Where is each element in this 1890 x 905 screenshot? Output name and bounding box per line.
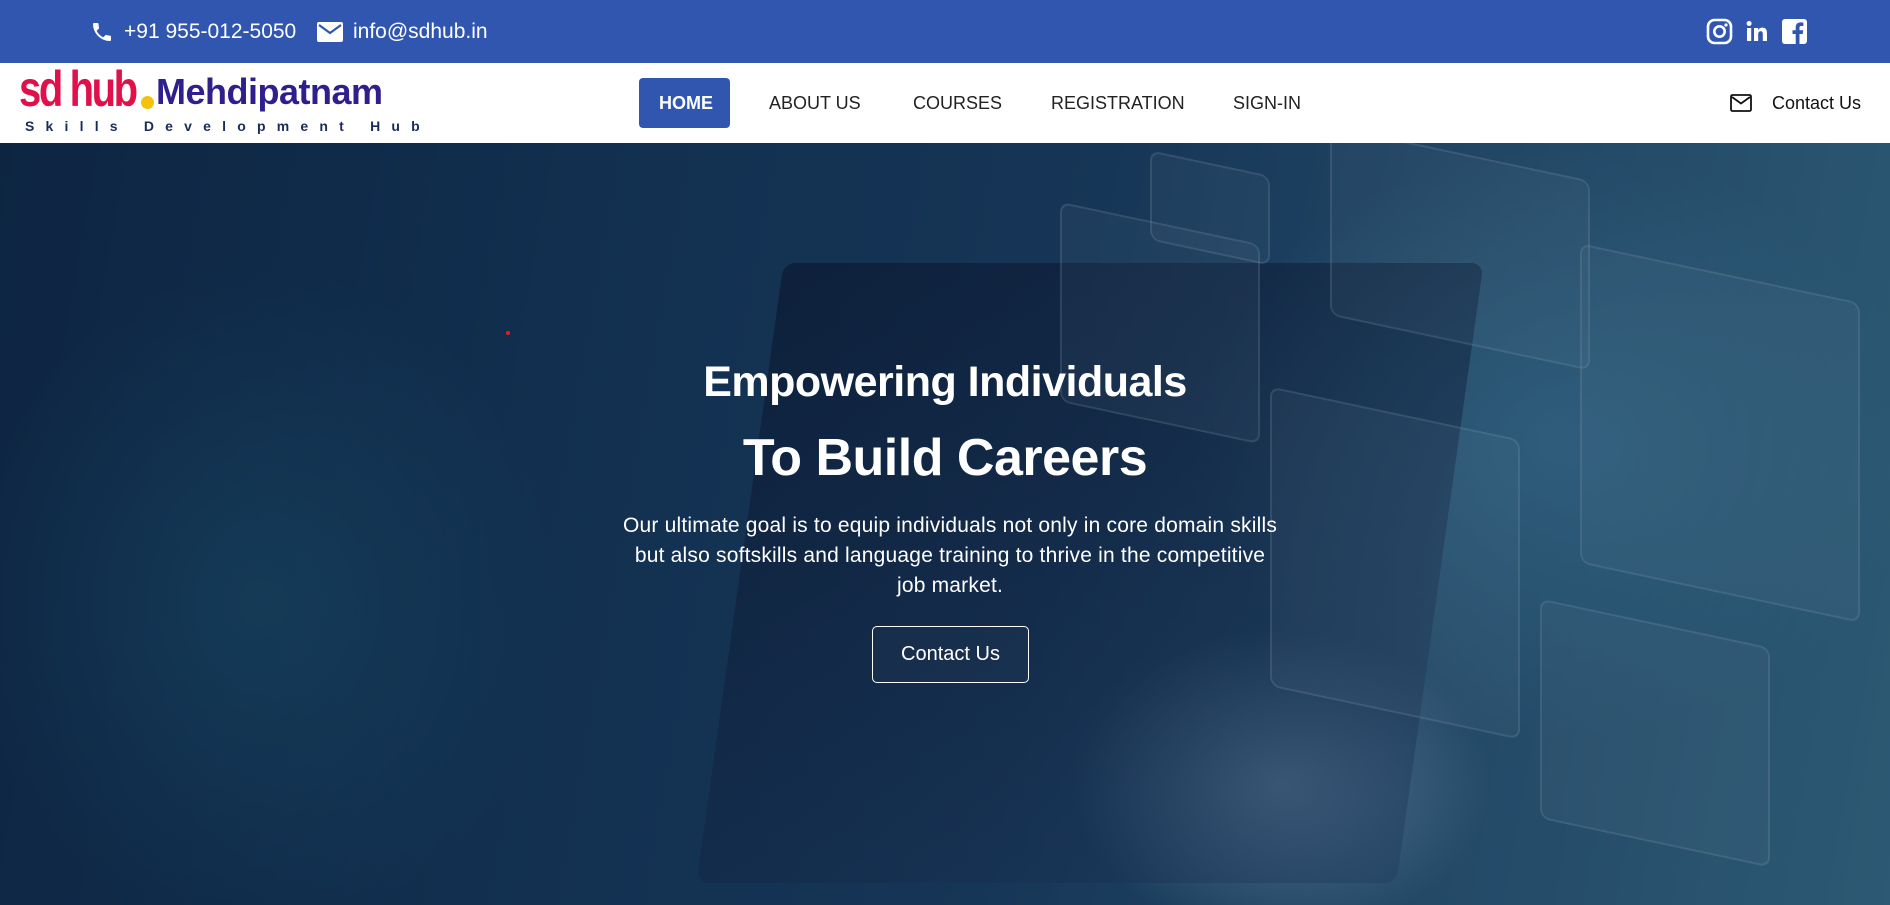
logo-brand: sd hub	[19, 61, 138, 117]
hero-content: Empowering Individuals To Build Careers …	[0, 143, 1890, 905]
nav-registration[interactable]: REGISTRATION	[1051, 78, 1185, 128]
hero-section: Empowering Individuals To Build Careers …	[0, 143, 1890, 905]
hero-heading-line1: Empowering Individuals	[703, 358, 1187, 406]
hero-heading-line2: To Build Careers	[742, 429, 1148, 487]
email-address: info@sdhub.in	[353, 19, 488, 43]
logo-dot	[141, 96, 154, 109]
mail-icon	[317, 21, 343, 42]
logo-location: Mehdipatnam	[156, 71, 383, 112]
phone-number: +91 955-012-5050	[124, 19, 297, 43]
nav-sign-in[interactable]: SIGN-IN	[1233, 78, 1301, 128]
header-contact-link[interactable]: Contact Us	[1730, 63, 1861, 143]
nav-about-us[interactable]: ABOUT US	[769, 78, 861, 128]
main-header: sd hub Mehdipatnam Skills Development Hu…	[0, 61, 1890, 143]
envelope-icon	[1730, 94, 1752, 112]
phone-contact[interactable]: +91 955-012-5050	[90, 0, 296, 63]
phone-icon	[93, 22, 111, 41]
hero-contact-button[interactable]: Contact Us	[872, 626, 1029, 683]
site-logo[interactable]: sd hub Mehdipatnam Skills Development Hu…	[19, 61, 420, 138]
nav-home[interactable]: HOME	[639, 78, 730, 128]
hero-description: Our ultimate goal is to equip individual…	[622, 514, 1278, 597]
header-contact-label: Contact Us	[1772, 92, 1862, 113]
logo-tagline: Skills Development Hub	[25, 118, 431, 134]
linkedin-icon[interactable]	[1744, 18, 1771, 45]
email-contact[interactable]: info@sdhub.in	[317, 0, 488, 63]
instagram-icon[interactable]	[1706, 18, 1733, 45]
top-contact-bar: +91 955-012-5050 info@sdhub.in	[0, 0, 1890, 63]
nav-courses[interactable]: COURSES	[913, 78, 1002, 128]
facebook-icon[interactable]	[1781, 18, 1808, 45]
